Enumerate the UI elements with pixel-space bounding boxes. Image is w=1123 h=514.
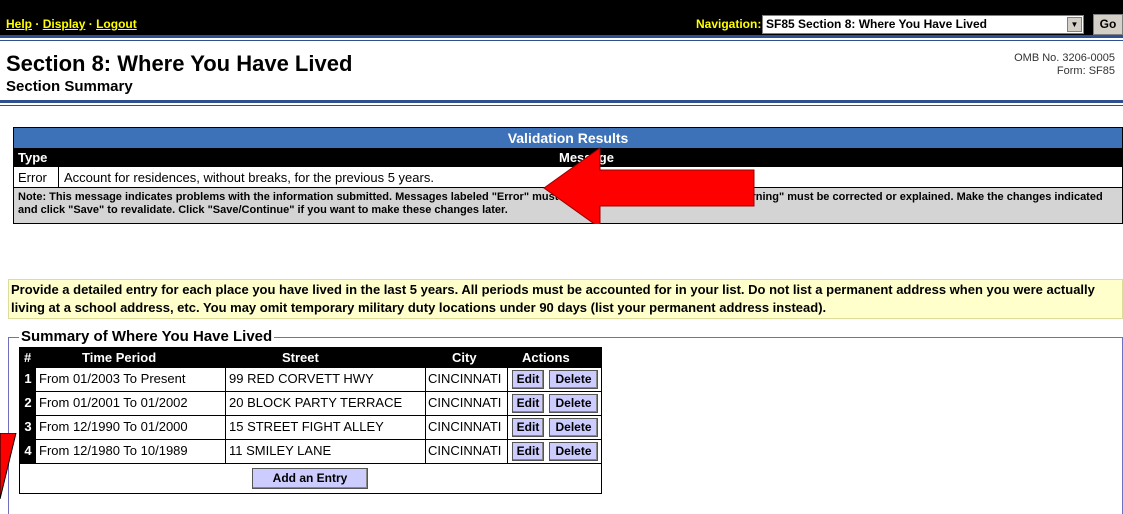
annotation-arrow-icon [543, 147, 755, 224]
col-city: City [452, 350, 477, 365]
row-street: 11 SMILEY LANE [226, 440, 426, 463]
col-street: Street [282, 350, 319, 365]
add-entry-button[interactable]: Add an Entry [252, 468, 368, 489]
edit-button[interactable]: Edit [512, 418, 544, 437]
row-street: 99 RED CORVETT HWY [226, 368, 426, 391]
validation-error-type: Error [14, 167, 59, 188]
section-rule-thin [0, 105, 1123, 106]
col-num: # [24, 350, 32, 365]
validation-col-type: Type [18, 150, 48, 165]
row-street: 20 BLOCK PARTY TERRACE [226, 392, 426, 415]
omb-info: OMB No. 3206-0005 Form: SF85 [1014, 52, 1115, 78]
summary-header-row: # Time Period Street City Actions [20, 348, 601, 367]
table-row: 4 From 12/1980 To 10/1989 11 SMILEY LANE… [20, 439, 601, 463]
col-actions: Actions [522, 350, 570, 365]
validation-error-message: Account for residences, without breaks, … [64, 170, 434, 185]
row-time-period: From 12/1990 To 01/2000 [36, 416, 226, 439]
chevron-down-icon[interactable]: ▼ [1067, 17, 1082, 32]
link-separator: · [35, 17, 40, 31]
table-row: 3 From 12/1990 To 01/2000 15 STREET FIGH… [20, 415, 601, 439]
table-row: 2 From 01/2001 To 01/2002 20 BLOCK PARTY… [20, 391, 601, 415]
page-subtitle: Section Summary [6, 78, 133, 95]
row-number: 2 [20, 392, 36, 415]
row-city: CINCINNATI [426, 368, 508, 391]
header-rule [0, 35, 1123, 38]
navigation-label: Navigation: [696, 17, 762, 31]
col-time-period: Time Period [82, 350, 157, 365]
add-entry-row: Add an Entry [20, 463, 601, 493]
logout-link[interactable]: Logout [96, 17, 137, 31]
delete-button[interactable]: Delete [549, 394, 598, 413]
header-rule-thin [0, 40, 1123, 41]
navigation-selected-value: SF85 Section 8: Where You Have Lived [766, 17, 987, 31]
delete-button[interactable]: Delete [549, 370, 598, 389]
row-time-period: From 12/1980 To 10/1989 [36, 440, 226, 463]
edit-button[interactable]: Edit [512, 394, 544, 413]
edit-button[interactable]: Edit [512, 442, 544, 461]
instructions-text: Provide a detailed entry for each place … [8, 279, 1123, 319]
page-title: Section 8: Where You Have Lived [6, 51, 353, 76]
annotation-arrow-partial-icon [0, 433, 17, 499]
edit-button[interactable]: Edit [512, 370, 544, 389]
section-rule [0, 100, 1123, 103]
row-number: 1 [20, 368, 36, 391]
table-row: 1 From 01/2003 To Present 99 RED CORVETT… [20, 367, 601, 391]
help-link[interactable]: Help [6, 17, 32, 31]
residence-summary-table: # Time Period Street City Actions 1 From… [19, 347, 602, 494]
omb-number: OMB No. 3206-0005 [1014, 52, 1115, 64]
row-street: 15 STREET FIGHT ALLEY [226, 416, 426, 439]
display-link[interactable]: Display [43, 17, 86, 31]
row-city: CINCINNATI [426, 392, 508, 415]
delete-button[interactable]: Delete [549, 418, 598, 437]
form-number: Form: SF85 [1056, 65, 1115, 77]
row-city: CINCINNATI [426, 440, 508, 463]
summary-legend: Summary of Where You Have Lived [19, 328, 275, 345]
row-time-period: From 01/2003 To Present [36, 368, 226, 391]
top-links: Help · Display · Logout [6, 17, 137, 31]
delete-button[interactable]: Delete [549, 442, 598, 461]
top-bar: Help · Display · Logout Navigation: SF85… [0, 0, 1123, 35]
row-time-period: From 01/2001 To 01/2002 [36, 392, 226, 415]
link-separator: · [88, 17, 93, 31]
go-button[interactable]: Go [1093, 14, 1123, 35]
row-city: CINCINNATI [426, 416, 508, 439]
navigation-select[interactable]: SF85 Section 8: Where You Have Lived ▼ [762, 15, 1084, 34]
